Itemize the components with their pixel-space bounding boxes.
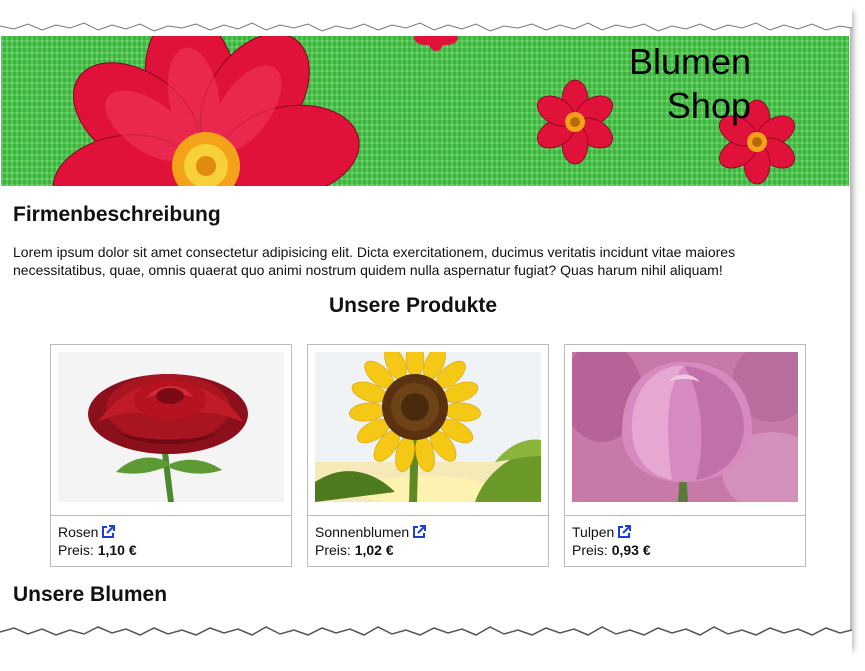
products-heading: Unsere Produkte — [328, 294, 498, 317]
product-name-label[interactable]: Rosen — [58, 524, 98, 540]
product-card-sonnenblumen: Sonnenblumen Preis: 1,02 € — [307, 344, 549, 567]
card-divider — [565, 515, 805, 516]
company-description: Lorem ipsum dolor sit amet consectetur a… — [13, 244, 736, 278]
product-name-label[interactable]: Tulpen — [572, 524, 614, 540]
rose-image — [58, 352, 284, 502]
medium-flower-left — [537, 79, 613, 165]
price-value: 1,10 € — [97, 542, 137, 558]
product-price-rosen: Preis: 1,10 € — [58, 541, 137, 559]
price-value: 1,02 € — [354, 542, 394, 558]
tulip-image — [572, 352, 798, 502]
shop-title-line1: Blumen — [628, 41, 751, 82]
product-name-rosen[interactable]: Rosen — [58, 523, 116, 543]
card-divider — [308, 515, 548, 516]
price-label: Preis: — [58, 542, 94, 558]
large-flower-image — [52, 36, 360, 186]
external-link-icon[interactable] — [412, 525, 427, 543]
shop-title-line2: Shop — [666, 85, 751, 126]
card-divider — [51, 515, 291, 516]
product-name-tulpen[interactable]: Tulpen — [572, 523, 632, 543]
shop-title: Blumen Shop — [629, 40, 751, 128]
price-value: 0,93 € — [611, 542, 651, 558]
small-flower-top — [414, 36, 458, 51]
flowers-heading: Unsere Blumen — [13, 583, 168, 606]
price-label: Preis: — [315, 542, 351, 558]
price-label: Preis: — [572, 542, 608, 558]
company-heading: Firmenbeschreibung — [13, 203, 221, 226]
product-card-rosen: Rosen Preis: 1,10 € — [50, 344, 292, 567]
product-card-tulpen: Tulpen Preis: 0,93 € — [564, 344, 806, 567]
product-price-tulpen: Preis: 0,93 € — [572, 541, 651, 559]
product-price-sonnenblumen: Preis: 1,02 € — [315, 541, 394, 559]
header-banner: Blumen Shop — [1, 36, 849, 186]
product-name-label[interactable]: Sonnenblumen — [315, 524, 409, 540]
product-name-sonnenblumen[interactable]: Sonnenblumen — [315, 523, 427, 543]
sunflower-image — [315, 352, 541, 502]
